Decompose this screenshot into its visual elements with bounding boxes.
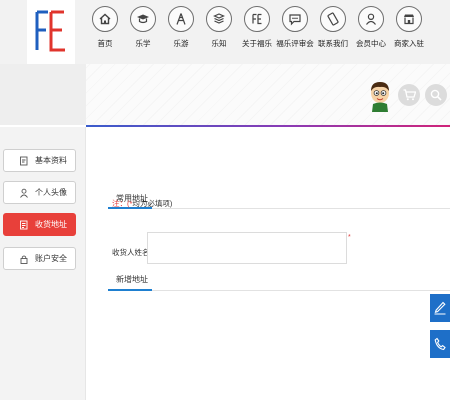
top-navigation-bar: 首页 乐学 乐游 乐知 关于福乐 福乐评审会 联系我们 会员中心 商家入驻 (0, 0, 450, 64)
section-active-marker (108, 289, 152, 291)
sidebar-item-label: 个人头像 (35, 188, 67, 197)
phone-icon (320, 6, 346, 32)
fe-logo-icon (35, 10, 65, 52)
avatar[interactable] (368, 80, 392, 112)
sidebar-item-basic-info[interactable]: 基本资料 (3, 149, 76, 172)
tower-icon (168, 6, 194, 32)
graduation-cap-icon (130, 6, 156, 32)
shop-icon (396, 6, 422, 32)
nav-item-merchant[interactable]: 商家入驻 (387, 6, 431, 49)
section-divider (108, 290, 450, 291)
recipient-name-input[interactable] (147, 232, 347, 264)
pencil-icon (434, 301, 446, 315)
nav-item-label: 商家入驻 (394, 39, 424, 48)
address-icon (16, 220, 32, 230)
phone-icon (434, 337, 446, 351)
sidebar-item-label: 账户安全 (35, 254, 67, 263)
header-left-panel (0, 64, 86, 125)
phone-contact-button[interactable] (430, 330, 450, 358)
sidebar-item-avatar[interactable]: 个人头像 (3, 181, 76, 204)
home-icon (92, 6, 118, 32)
sidebar-item-account-security[interactable]: 账户安全 (3, 247, 76, 270)
fe-logo-icon (244, 6, 270, 32)
sidebar-item-label: 基本资料 (35, 156, 67, 165)
feedback-button[interactable] (430, 294, 450, 322)
account-sidebar: 基本资料 个人头像 收货地址 账户安全 (0, 127, 86, 400)
chat-icon (282, 6, 308, 32)
required-star: * (348, 234, 351, 241)
sidebar-item-label: 收货地址 (35, 220, 67, 229)
required-note: 注：(*均为必填项) (112, 198, 172, 209)
search-icon (430, 89, 442, 101)
lock-icon (16, 254, 32, 264)
required-note-prefix: 注： (112, 199, 127, 208)
site-logo[interactable] (27, 0, 75, 64)
cart-icon (403, 89, 416, 101)
required-note-text: 均为必填项) (132, 199, 173, 208)
user-icon (358, 6, 384, 32)
edit-doc-icon (16, 156, 32, 166)
new-address-title: 新增地址 (116, 275, 148, 284)
person-icon (16, 188, 32, 198)
sidebar-item-shipping-address[interactable]: 收货地址 (3, 213, 76, 236)
search-button[interactable] (425, 84, 447, 106)
books-icon (206, 6, 232, 32)
cart-button[interactable] (398, 84, 420, 106)
